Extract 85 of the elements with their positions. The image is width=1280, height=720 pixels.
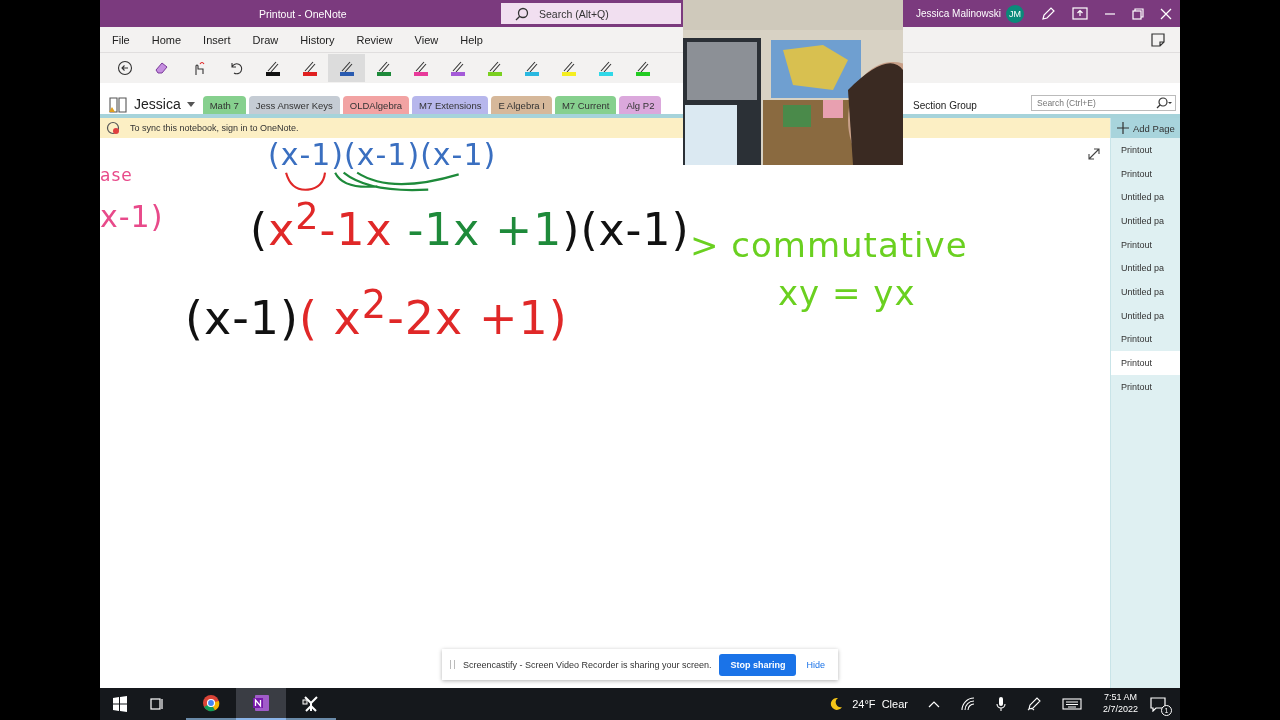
keyboard-icon[interactable] [1061,697,1082,711]
section-group-label[interactable]: Section Group [913,100,1031,114]
restore-icon[interactable] [1132,7,1144,20]
search-icon[interactable] [1155,97,1173,109]
pen-icon [263,59,282,77]
notebook-app-icon [252,694,270,712]
menu-tab[interactable]: View [414,33,439,46]
page-item[interactable]: Printout [1111,138,1180,162]
sync-error-icon [106,121,120,135]
page-item[interactable]: Printout [1111,374,1180,399]
page-item[interactable]: Printout [1111,327,1180,352]
pen-icon [337,59,356,77]
pen-icon [300,59,319,77]
stop-sharing-button[interactable]: Stop sharing [719,653,797,676]
menu-tab[interactable]: Insert [203,33,231,46]
handwritten-ink: (x-1)( x$^{2}$-2x +1) [185,283,568,346]
menu-tab[interactable]: Home [151,33,182,46]
page-item[interactable]: Untitled pa [1111,303,1180,328]
section-tab[interactable]: Alg P2 [619,96,662,114]
pen-icon [411,59,430,77]
menu-tab[interactable]: Draw [252,33,279,46]
notebook-search-field[interactable]: Search (Ctrl+E) [1031,95,1176,111]
search-field[interactable]: Search (Alt+Q) [501,3,681,24]
eraser-icon [153,60,170,76]
page-item[interactable]: Printout [1111,351,1180,375]
notification-icon[interactable] [1150,696,1166,712]
back-icon [116,60,133,76]
add-page-button[interactable]: Add Page [1111,118,1180,138]
pen-icon[interactable] [1040,5,1056,22]
section-tab[interactable]: Math 7 [202,96,246,114]
page-item[interactable]: Printout [1111,232,1180,257]
search-icon [515,7,529,21]
section-tab[interactable]: M7 Extensions [412,96,489,114]
pen-icon [448,59,467,77]
pen-icon [559,59,578,77]
handwritten-ink: ase [100,166,133,186]
moon-icon[interactable] [829,697,844,711]
display-icon[interactable] [1072,6,1088,21]
sync-notice: To sync this notebook, sign in to OneNote. [130,123,299,133]
clock-date[interactable]: 2/7/2022 [1102,704,1138,716]
handwritten-ink: x-1) [100,200,164,235]
section-tab[interactable]: E Algebra I [491,96,552,114]
network-icon[interactable] [960,697,975,711]
menu-tab[interactable]: File [112,33,130,46]
pen-icon [633,59,652,77]
pen-icon [522,59,541,77]
handwritten-ink: xy = yx [778,274,916,314]
page-item[interactable]: Untitled pa [1111,209,1180,233]
notebook-icon[interactable] [108,96,128,114]
menu-tab[interactable]: Review [356,33,393,46]
pen-icon [596,59,615,77]
section-tab[interactable]: M7 Current [554,96,617,114]
page-item[interactable]: Untitled pa [1111,185,1180,210]
expand-icon[interactable] [1088,148,1100,160]
browser-icon [202,694,220,712]
menu-tab[interactable]: History [300,33,335,46]
sticky-note-icon[interactable] [1150,31,1166,48]
window-title: Printout - OneNote [259,7,348,20]
caret-icon [186,101,195,107]
section-tab[interactable]: Jess Answer Keys [248,96,340,114]
microphone-icon[interactable] [995,696,1006,712]
pen-icon [485,59,504,77]
handwritten-ink: > commutative [690,226,968,266]
handwritten-ink: (x$^{2}$-1x -1x +1)(x-1) [250,196,690,256]
page-item[interactable]: Untitled pa [1111,256,1180,281]
section-tab[interactable]: OLDAlgebra [342,96,410,114]
page-item[interactable]: Printout [1111,161,1180,186]
plus-icon [1117,122,1129,134]
handwritten-ink: (x-1)(x-1)(x-1) [268,138,497,173]
chevron-up-icon[interactable] [927,699,940,709]
weather-text[interactable]: 24°F Clear [852,698,908,710]
page-item[interactable]: Untitled pa [1111,280,1180,304]
close-icon[interactable] [1160,7,1172,20]
pen-icon[interactable] [1026,697,1041,711]
recorder-app-icon [302,694,320,712]
menu-tab[interactable]: Help [460,33,483,46]
clock-time[interactable]: 7:51 AM [1103,692,1137,704]
task-view-icon[interactable] [149,696,165,712]
user-avatar[interactable]: JM [1006,4,1024,23]
share-message: Screencastify - Screen Video Recorder is sharing your screen. [463,659,712,670]
notebook-dropdown[interactable]: Jessica [128,96,203,114]
user-name: Jessica Malinowski [915,8,1001,19]
pen-icon [374,59,393,77]
start-icon[interactable] [112,696,128,712]
hide-link[interactable]: Hide [800,658,831,671]
